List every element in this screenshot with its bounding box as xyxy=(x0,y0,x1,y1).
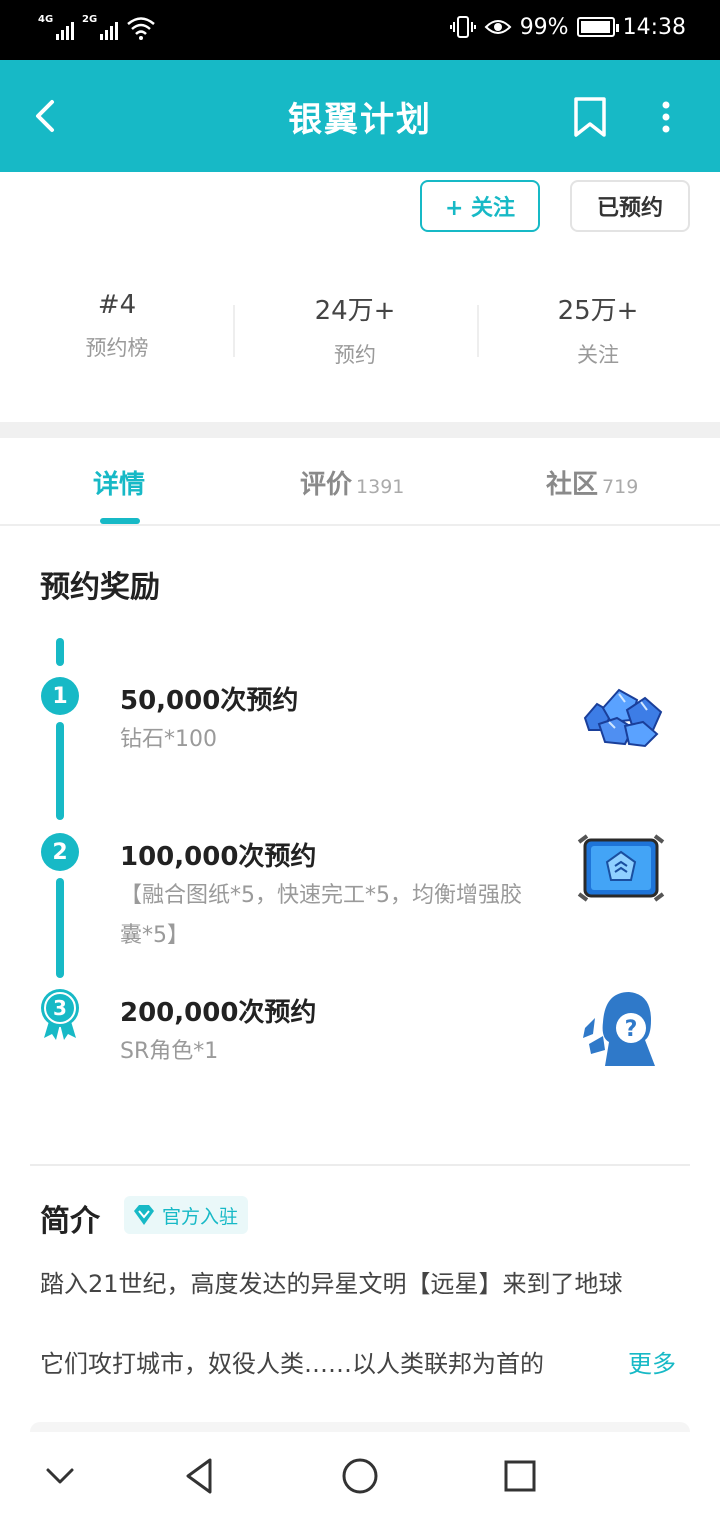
divider xyxy=(30,1164,690,1166)
official-badge: 官方入驻 xyxy=(124,1196,249,1234)
reward-1-desc: 钻石*100 xyxy=(120,727,217,752)
diamond-pile-icon xyxy=(583,688,663,748)
network-type-2: 2G xyxy=(82,14,98,25)
tab-details[interactable]: 详情 xyxy=(93,464,145,501)
signal-2g-icon: 2G xyxy=(82,14,118,42)
stat-reservations: 24万+ 预约 xyxy=(255,290,455,369)
vibrate-icon xyxy=(449,16,476,38)
mystery-character-icon: ? xyxy=(583,992,655,1066)
tab-label: 详情 xyxy=(93,470,146,500)
verified-diamond-icon xyxy=(134,1205,154,1225)
app-bar: 银翼计划 xyxy=(0,60,720,172)
rewards-title: 预约奖励 xyxy=(40,570,160,605)
reserved-button[interactable]: 已预约 xyxy=(570,180,690,232)
text-fade xyxy=(560,1344,630,1384)
tab-label: 社区 xyxy=(546,470,599,500)
timeline-line xyxy=(56,878,64,978)
blueprint-icon xyxy=(577,834,665,902)
more-vertical-icon[interactable] xyxy=(648,96,684,138)
more-link[interactable]: 更多 xyxy=(628,1344,676,1384)
wifi-icon xyxy=(127,17,155,40)
system-nav-bar xyxy=(0,1432,720,1520)
intro-text: 踏入21世纪，高度发达的异星文明【远星】来到了地球 xyxy=(40,1270,623,1298)
stat-label: 预约榜 xyxy=(85,336,149,360)
stat-value: #4 xyxy=(97,290,137,320)
tab-bar: 详情 评价 1391 社区 719 xyxy=(0,438,720,526)
official-badge-label: 官方入驻 xyxy=(162,1205,239,1228)
reward-3-title: 200,000次预约 xyxy=(120,998,317,1028)
reward-2-desc: 【融合图纸*5，快速完工*5，均衡增强胶囊*5】 xyxy=(120,883,522,948)
divider xyxy=(477,305,479,357)
battery-fill xyxy=(580,21,611,33)
chevron-down-icon[interactable] xyxy=(38,1454,82,1498)
eye-comfort-icon xyxy=(484,20,512,34)
step-1-badge: 1 xyxy=(41,677,79,715)
svg-text:?: ? xyxy=(625,1017,638,1042)
stats-row: #4 预约榜 24万+ 预约 25万+ 关注 xyxy=(0,290,720,380)
follow-button[interactable]: + 关注 xyxy=(420,180,540,232)
battery-percent: 99% xyxy=(519,14,569,40)
divider xyxy=(233,305,235,357)
nav-home-icon[interactable] xyxy=(338,1454,382,1498)
stat-followers: 25万+ 关注 xyxy=(498,290,698,369)
status-bar: 4G 2G 99% 14:38 xyxy=(0,0,720,60)
stat-ranking[interactable]: #4 预约榜 xyxy=(17,290,217,362)
stat-label: 预约 xyxy=(334,343,376,367)
stat-value: 24万+ xyxy=(314,296,396,326)
bookmark-icon[interactable] xyxy=(572,96,608,138)
network-type-1: 4G xyxy=(38,14,54,25)
tab-reviews[interactable]: 评价 1391 xyxy=(300,464,404,501)
tab-count: 719 xyxy=(602,476,639,498)
reward-3-desc: SR角色*1 xyxy=(120,1039,219,1064)
section-gap xyxy=(0,422,720,438)
stat-value: 25万+ xyxy=(557,296,639,326)
tab-community[interactable]: 社区 719 xyxy=(546,464,638,501)
medal-icon: 3 xyxy=(41,989,79,1040)
tab-count: 1391 xyxy=(356,476,405,498)
reward-1-title: 50,000次预约 xyxy=(120,686,299,716)
stat-label: 关注 xyxy=(577,343,619,367)
intro-text-cont: 它们攻打城市，奴役人类……以人类联邦为首的 xyxy=(40,1350,544,1378)
step-3-badge: 3 xyxy=(53,996,67,1020)
battery-icon xyxy=(576,17,619,37)
reward-2-title: 100,000次预约 xyxy=(120,842,317,872)
timeline-line xyxy=(56,638,64,666)
timeline-line xyxy=(56,722,64,820)
nav-recents-icon[interactable] xyxy=(498,1454,542,1498)
active-tab-indicator xyxy=(100,518,140,524)
signal-4g-icon: 4G xyxy=(38,14,74,42)
intro-title: 简介 xyxy=(40,1204,100,1239)
clock: 14:38 xyxy=(622,14,686,40)
nav-back-icon[interactable] xyxy=(178,1454,222,1498)
page-title: 银翼计划 xyxy=(288,100,432,140)
tab-label: 评价 xyxy=(300,470,353,500)
step-2-badge: 2 xyxy=(41,833,79,871)
